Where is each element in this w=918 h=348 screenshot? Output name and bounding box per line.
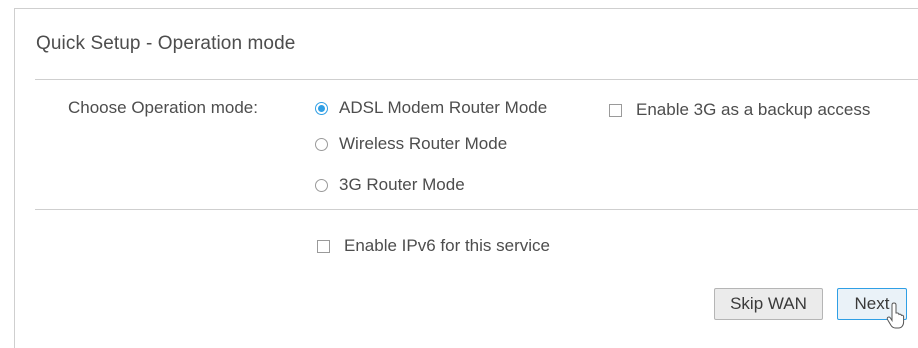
radio-3g-router-mode[interactable]: 3G Router Mode — [315, 175, 465, 195]
checkbox-label: Enable IPv6 for this service — [344, 236, 550, 255]
checkbox-label: Enable 3G as a backup access — [636, 100, 871, 119]
radio-label: Wireless Router Mode — [339, 134, 508, 153]
checkbox-icon[interactable] — [317, 239, 330, 253]
radio-wireless-router-mode[interactable]: Wireless Router Mode — [315, 134, 507, 154]
page-title: Quick Setup - Operation mode — [36, 33, 296, 54]
operation-mode-label: Choose Operation mode: — [68, 98, 258, 117]
divider — [35, 209, 918, 210]
checkbox-enable-ipv6[interactable]: Enable IPv6 for this service — [317, 236, 550, 256]
radio-icon[interactable] — [315, 137, 328, 151]
mouse-pointer-icon — [886, 302, 905, 329]
skip-wan-button[interactable]: Skip WAN — [714, 288, 823, 320]
quick-setup-panel: Quick Setup - Operation mode Choose Oper… — [14, 8, 918, 348]
checkbox-icon[interactable] — [609, 103, 622, 117]
radio-label: ADSL Modem Router Mode — [339, 98, 548, 117]
radio-adsl-modem-router-mode[interactable]: ADSL Modem Router Mode — [315, 98, 547, 118]
divider — [35, 79, 918, 80]
radio-selected-icon[interactable] — [315, 101, 328, 115]
radio-label: 3G Router Mode — [339, 175, 465, 194]
checkbox-enable-3g-backup[interactable]: Enable 3G as a backup access — [609, 100, 870, 120]
radio-icon[interactable] — [315, 178, 328, 192]
